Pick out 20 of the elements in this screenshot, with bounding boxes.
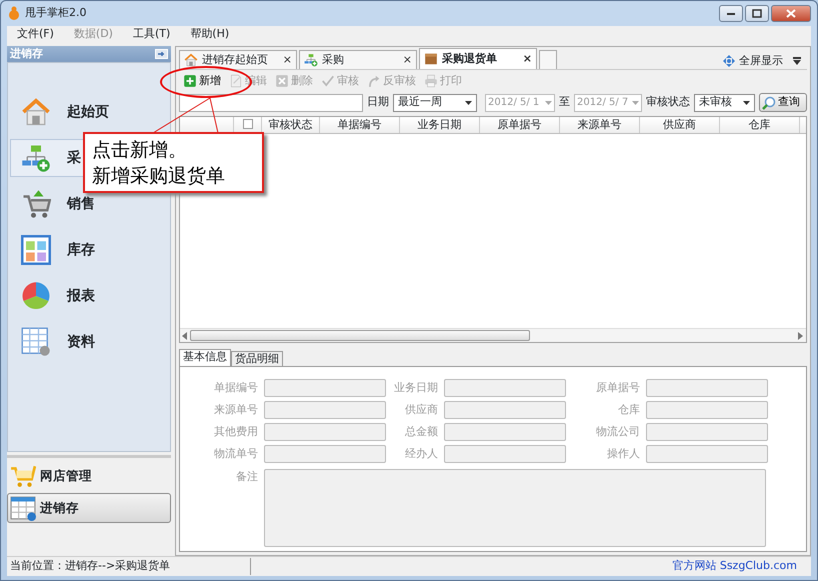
panel-title: 进销存 <box>10 46 43 62</box>
status-location: 当前位置：进销存-->采购退货单 <box>7 558 251 575</box>
field-label: 业务日期 <box>393 380 438 396</box>
field-label: 单据编号 <box>213 380 258 396</box>
to-label: 至 <box>559 94 570 110</box>
field-label: 总金额 <box>404 424 438 440</box>
field-label: 经办人 <box>404 446 438 462</box>
field-label: 操作人 <box>606 446 640 462</box>
field-label: 仓库 <box>617 402 640 418</box>
field-label: 原单据号 <box>595 380 640 396</box>
field-label: 物流单号 <box>213 446 258 462</box>
field-label: 其他费用 <box>213 424 258 440</box>
field-label: 备注 <box>235 469 258 485</box>
field-label: 来源单号 <box>213 402 258 418</box>
date-label: 日期 <box>367 94 389 110</box>
field-label: 供应商 <box>404 402 438 418</box>
callout-tooltip: 点击新增。 新增采购退货单 <box>83 132 264 193</box>
field-label: 物流公司 <box>595 424 640 440</box>
status-label: 审核状态 <box>646 94 690 110</box>
window-title: 甩手掌柜2.0 <box>25 5 86 22</box>
